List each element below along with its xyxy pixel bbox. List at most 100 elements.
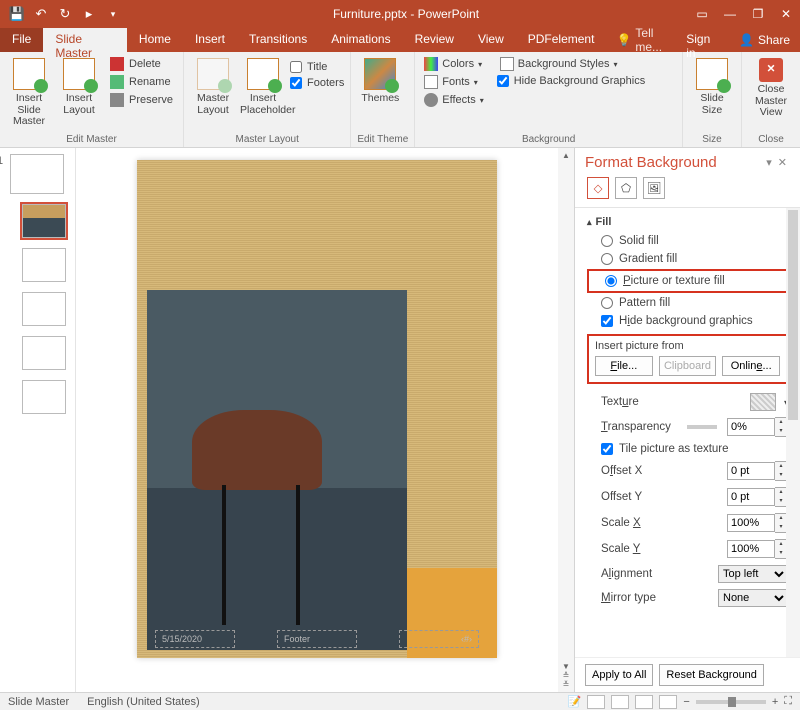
alignment-select[interactable]: Top left (718, 565, 788, 583)
picture-fill-radio[interactable]: PPicture or texture fillicture or textur… (591, 272, 784, 290)
next-slide-icon[interactable]: ≚ (563, 680, 570, 689)
status-mode: Slide Master (8, 696, 69, 708)
preserve-button[interactable]: Preserve (106, 92, 177, 108)
restore-icon[interactable]: ❐ (744, 3, 772, 25)
tab-home[interactable]: Home (127, 28, 183, 52)
tab-pdfelement[interactable]: PDFelement (516, 28, 607, 52)
canvas-scrollbar[interactable]: ▲ ▼ ≙ ≚ (558, 148, 574, 692)
insert-slide-master-button[interactable]: Insert Slide Master (6, 56, 52, 128)
insert-layout-button[interactable]: Insert Layout (56, 56, 102, 116)
undo-icon[interactable]: ↶ (30, 3, 52, 25)
transparency-input[interactable] (727, 418, 775, 436)
tell-me-search[interactable]: 💡Tell me... (616, 28, 676, 52)
ribbon-options-icon[interactable]: ▭ (688, 3, 716, 25)
rename-button[interactable]: Rename (106, 74, 177, 90)
background-styles-dropdown[interactable]: Background Styles▾ (497, 56, 645, 72)
sign-in-link[interactable]: Sign in (676, 28, 729, 52)
scroll-up-icon[interactable]: ▲ (562, 151, 570, 160)
status-language[interactable]: English (United States) (87, 696, 200, 708)
share-button[interactable]: 👤Share (729, 28, 800, 52)
master-layout-button[interactable]: Master Layout (190, 56, 236, 116)
picture-tab-icon[interactable]: 🖼 (643, 177, 665, 199)
master-thumbnail[interactable]: 1 (10, 154, 64, 194)
zoom-out-button[interactable]: − (683, 696, 689, 708)
footers-checkbox[interactable]: Footers (290, 76, 344, 90)
tile-picture-checkbox[interactable]: Tile picture as texture (587, 440, 788, 458)
tab-insert[interactable]: Insert (183, 28, 237, 52)
pane-options-icon[interactable]: ▾ (763, 156, 775, 169)
fit-to-window-button[interactable]: ⛶ (784, 695, 792, 708)
gradient-fill-radio[interactable]: Gradient fill (587, 250, 788, 268)
delete-button[interactable]: Delete (106, 56, 177, 72)
slide-size-button[interactable]: Slide Size (689, 56, 735, 116)
tab-view[interactable]: View (466, 28, 516, 52)
slide: 5/15/2020 Footer ‹#› (137, 160, 497, 658)
insert-clipboard-button: Clipboard (659, 356, 717, 376)
pane-scrollbar[interactable] (786, 208, 800, 657)
scroll-down-icon[interactable]: ▼ (562, 662, 570, 671)
zoom-slider[interactable] (696, 700, 766, 704)
tab-file[interactable]: File (0, 28, 43, 52)
texture-row: Texture ▾ (587, 390, 788, 414)
window-title: Furniture.pptx - PowerPoint (124, 7, 688, 21)
start-slideshow-icon[interactable]: ▸ (78, 3, 100, 25)
slide-picture-placeholder[interactable] (147, 290, 407, 650)
scale-y-input[interactable] (727, 540, 775, 558)
ribbon: Insert Slide Master Insert Layout Delete… (0, 52, 800, 148)
qat-customize-icon[interactable]: ▾ (102, 3, 124, 25)
close-icon[interactable]: ✕ (772, 3, 800, 25)
colors-dropdown[interactable]: Colors▾ (421, 56, 486, 72)
effects-icon (424, 93, 438, 107)
save-icon[interactable]: 💾 (6, 3, 28, 25)
hide-bg-graphics-checkbox[interactable]: Hide Background Graphics (497, 74, 645, 88)
layout-thumbnail-5[interactable] (22, 380, 66, 414)
notes-button[interactable]: 📝 (568, 695, 582, 708)
zoom-in-button[interactable]: + (772, 696, 778, 708)
reading-view-button[interactable] (635, 695, 653, 709)
ribbon-tabs: File Slide Master Home Insert Transition… (0, 28, 800, 52)
layout-thumbnail-3[interactable] (22, 292, 66, 326)
insert-online-button[interactable]: Online... (722, 356, 780, 376)
slideshow-view-button[interactable] (659, 695, 677, 709)
offset-x-input[interactable] (727, 462, 775, 480)
insert-file-button[interactable]: File... (595, 356, 653, 376)
texture-picker-button[interactable] (750, 393, 776, 411)
tab-review[interactable]: Review (403, 28, 466, 52)
offset-y-input[interactable] (727, 488, 775, 506)
redo-icon[interactable]: ↻ (54, 3, 76, 25)
fill-section-header[interactable]: Fill (587, 216, 788, 232)
transparency-slider[interactable] (687, 425, 717, 429)
pattern-fill-radio[interactable]: Pattern fill (587, 294, 788, 312)
reset-background-button[interactable]: Reset Background (659, 664, 764, 686)
tab-animations[interactable]: Animations (319, 28, 402, 52)
date-placeholder[interactable]: 5/15/2020 (155, 630, 235, 648)
mirror-type-select[interactable]: None (718, 589, 788, 607)
solid-fill-radio[interactable]: Solid fill (587, 232, 788, 250)
themes-button[interactable]: Themes (357, 56, 403, 105)
insert-placeholder-button[interactable]: Insert Placeholder (240, 56, 286, 116)
effects-tab-icon[interactable]: ⬠ (615, 177, 637, 199)
pane-close-icon[interactable]: ✕ (775, 156, 790, 169)
normal-view-button[interactable] (587, 695, 605, 709)
minimize-icon[interactable]: — (716, 3, 744, 25)
apply-to-all-button[interactable]: Apply to All (585, 664, 653, 686)
hide-bg-graphics-pane-checkbox[interactable]: Hide background graphics (587, 312, 788, 330)
pane-title: Format Background (585, 154, 763, 171)
fill-tab-icon[interactable]: ◇ (587, 177, 609, 199)
prev-slide-icon[interactable]: ≙ (563, 671, 570, 680)
scale-x-input[interactable] (727, 514, 775, 532)
tab-slide-master[interactable]: Slide Master (43, 28, 127, 52)
title-checkbox[interactable]: Title (290, 60, 344, 74)
close-master-view-button[interactable]: ✕Close Master View (748, 56, 794, 119)
footer-placeholder[interactable]: Footer (277, 630, 357, 648)
layout-thumbnail-1[interactable] (22, 204, 66, 238)
slide-canvas[interactable]: 5/15/2020 Footer ‹#› (76, 148, 558, 692)
tab-transitions[interactable]: Transitions (237, 28, 319, 52)
layout-thumbnail-4[interactable] (22, 336, 66, 370)
layout-thumbnail-2[interactable] (22, 248, 66, 282)
effects-dropdown[interactable]: Effects▾ (421, 92, 486, 108)
fonts-dropdown[interactable]: Fonts▾ (421, 74, 486, 90)
slide-number-placeholder[interactable]: ‹#› (399, 630, 479, 648)
preserve-icon (110, 93, 124, 107)
sorter-view-button[interactable] (611, 695, 629, 709)
